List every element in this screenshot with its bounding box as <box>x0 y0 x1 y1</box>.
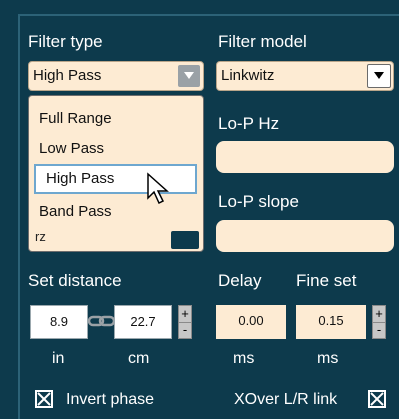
chevron-down-icon[interactable] <box>367 64 391 88</box>
decrement-button[interactable]: - <box>373 322 385 338</box>
lop-hz-input[interactable] <box>216 141 394 173</box>
distance-cm-unit: cm <box>128 350 150 367</box>
filter-type-label: Filter type <box>28 32 103 51</box>
delay-unit: ms <box>233 350 255 367</box>
distance-inches-input[interactable]: 8.9 <box>30 305 88 339</box>
dropdown-option-low-pass[interactable]: Low Pass <box>29 134 203 164</box>
lop-hz-label: Lo-P Hz <box>218 114 280 133</box>
set-distance-label: Set distance <box>28 271 122 290</box>
mouse-cursor-icon <box>147 172 169 205</box>
distance-inches-unit: in <box>52 350 65 367</box>
chevron-down-icon[interactable] <box>178 65 200 87</box>
dropdown-option-band-pass[interactable]: Band Pass <box>29 197 203 227</box>
filter-type-select[interactable]: High Pass <box>28 61 204 91</box>
fine-set-unit: ms <box>317 350 339 367</box>
dropdown-option-high-pass[interactable]: High Pass <box>34 164 197 194</box>
filter-type-value: High Pass <box>33 67 102 84</box>
dropdown-option-full-range[interactable]: Full Range <box>29 104 203 134</box>
fine-set-label: Fine set <box>296 271 357 290</box>
dropdown-option-partial: rz <box>35 229 46 244</box>
filter-type-dropdown: Full Range Low Pass High Pass Band Pass … <box>28 95 204 252</box>
lop-slope-label: Lo-P slope <box>218 192 299 211</box>
filter-model-select[interactable]: Linkwitz <box>216 61 394 91</box>
filter-model-label: Filter model <box>218 32 307 51</box>
distance-stepper[interactable]: + - <box>178 305 192 339</box>
lop-slope-input[interactable] <box>216 220 394 252</box>
fine-set-stepper[interactable]: + - <box>372 305 386 339</box>
link-chain-icon <box>88 315 116 327</box>
invert-phase-checkbox[interactable] <box>35 390 53 408</box>
xover-link-checkbox[interactable] <box>368 390 386 408</box>
distance-cm-input[interactable]: 22.7 <box>114 305 172 339</box>
increment-button[interactable]: + <box>179 306 191 323</box>
check-x-icon <box>370 392 384 406</box>
delay-label: Delay <box>218 271 262 290</box>
decrement-button[interactable]: - <box>179 322 191 338</box>
filter-model-value: Linkwitz <box>221 67 275 84</box>
increment-button[interactable]: + <box>373 306 385 323</box>
fine-set-input[interactable]: 0.15 <box>296 305 366 339</box>
invert-phase-label: Invert phase <box>66 391 155 408</box>
dropdown-scroll-handle[interactable] <box>171 231 199 249</box>
check-x-icon <box>37 392 51 406</box>
xover-link-label: XOver L/R link <box>234 391 338 408</box>
delay-input[interactable]: 0.00 <box>216 305 286 339</box>
